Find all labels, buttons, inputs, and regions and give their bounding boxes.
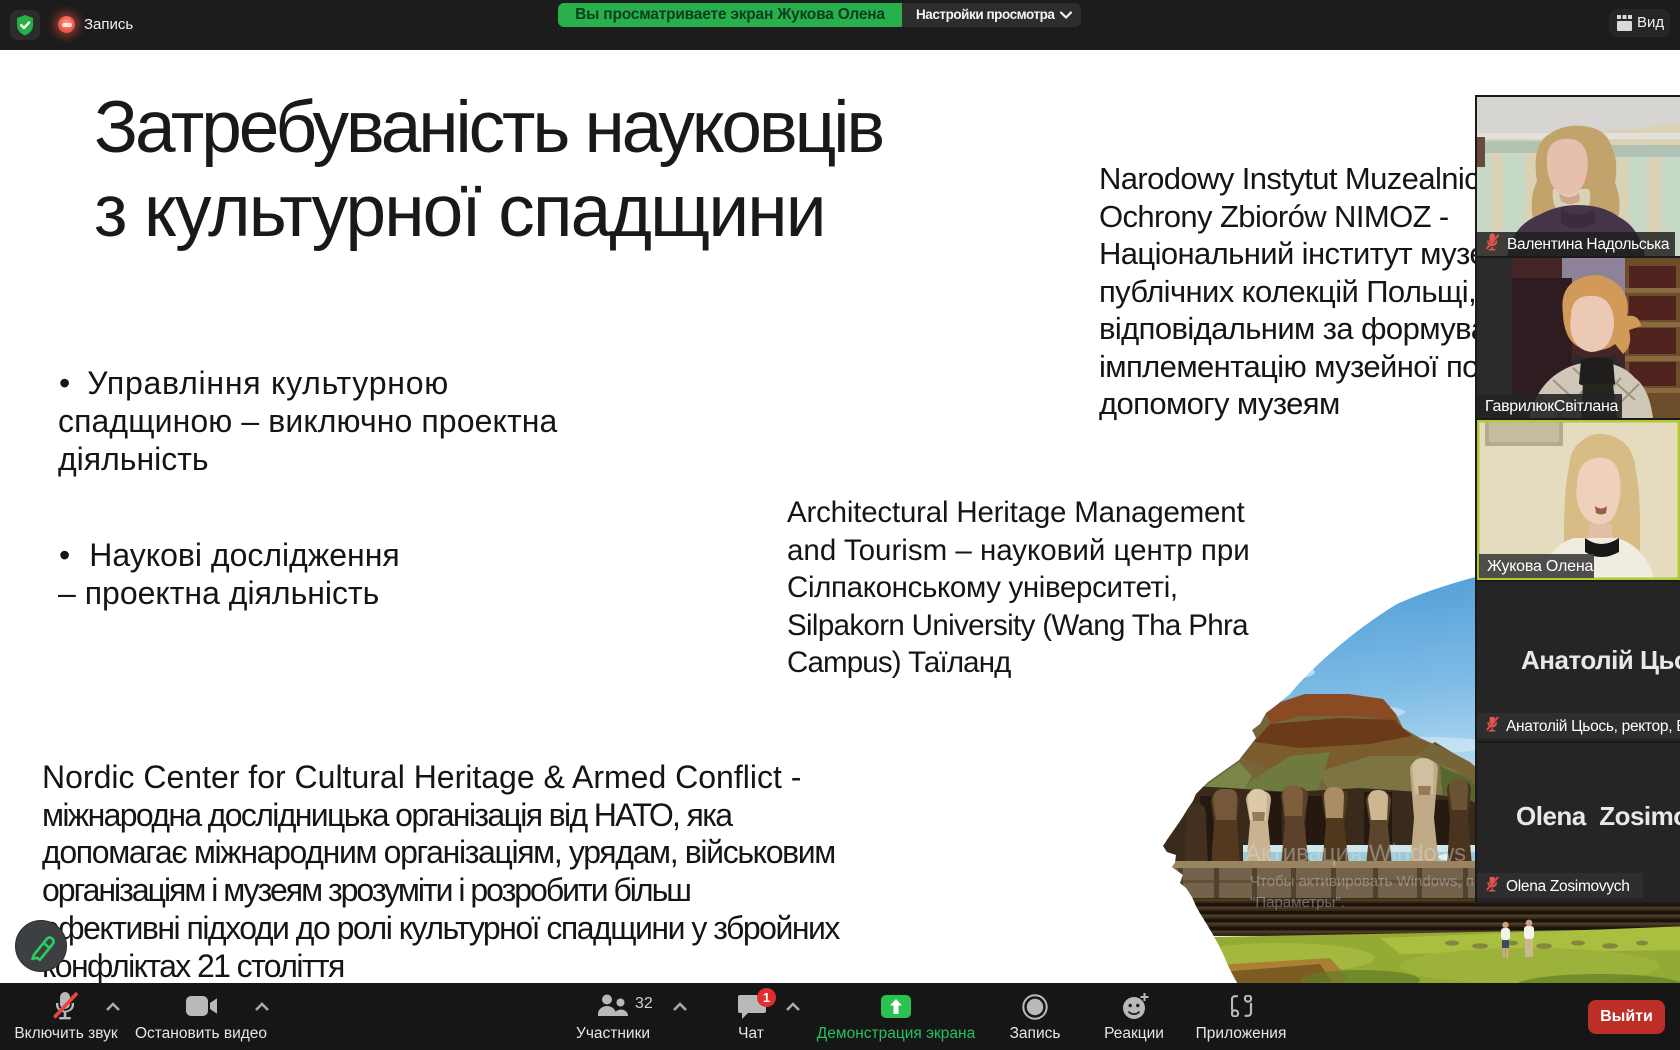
svg-text:Жукова Олена: Жукова Олена bbox=[1487, 558, 1593, 575]
svg-text:ГаврилюкСвітлана: ГаврилюкСвітлана bbox=[1485, 398, 1618, 415]
svg-text:Активация Windows: Активация Windows bbox=[1245, 840, 1466, 867]
svg-text:"Параметры".: "Параметры". bbox=[1250, 894, 1345, 911]
svg-text:Валентина Надольська: Валентина Надольська bbox=[1507, 236, 1670, 253]
